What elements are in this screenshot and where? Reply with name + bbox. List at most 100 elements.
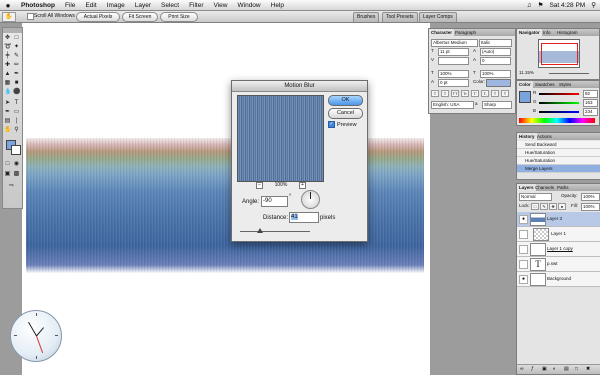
navigator-zoom-slider[interactable]	[549, 73, 589, 74]
baseline-shift-field[interactable]: 0 pt	[438, 79, 469, 87]
brush-tool-icon[interactable]: ✏	[13, 62, 20, 69]
path-selection-icon[interactable]: ➤	[4, 100, 11, 107]
cancel-button[interactable]: Cancel	[328, 108, 363, 119]
hand-tool-preset-icon[interactable]: ✋	[2, 12, 16, 22]
navigator-zoom-value[interactable]: 11.15%	[519, 70, 534, 76]
layer-row[interactable]: ● Background	[517, 272, 600, 287]
tracking-field[interactable]: 0	[480, 57, 511, 65]
horizontal-scale-field[interactable]: 100%	[480, 70, 511, 78]
shape-tool-icon[interactable]: ▭	[13, 109, 20, 116]
underline-button[interactable]: T	[491, 90, 499, 97]
clone-stamp-icon[interactable]: ▲	[4, 71, 11, 78]
opacity-field[interactable]: 100%	[581, 193, 600, 201]
healing-brush-icon[interactable]: ✚	[4, 62, 11, 69]
magic-wand-tool-icon[interactable]: ✦	[13, 44, 20, 51]
volume-icon[interactable]: ♫	[527, 2, 532, 9]
screen-mode-standard-icon[interactable]: ▣	[4, 171, 11, 178]
fill-field[interactable]: 100%	[581, 203, 600, 211]
menu-file[interactable]: File	[60, 2, 80, 9]
angle-dial-hand[interactable]	[310, 192, 311, 199]
menu-select[interactable]: Select	[156, 2, 184, 9]
layer-row[interactable]: ● Layer 3	[517, 212, 600, 227]
marquee-tool-icon[interactable]: □	[13, 35, 20, 42]
lock-all-icon[interactable]: ●	[558, 203, 566, 210]
tab-info[interactable]: Info	[541, 29, 553, 36]
color-panel-fg-swatch[interactable]	[519, 91, 531, 103]
faux-bold-button[interactable]: T	[431, 90, 439, 97]
small-caps-button[interactable]: Tr	[461, 90, 469, 97]
blur-tool-icon[interactable]: 💧	[4, 89, 11, 96]
eye-icon[interactable]	[519, 230, 528, 239]
tab-navigator[interactable]: Navigator	[517, 29, 542, 36]
superscript-button[interactable]: T'	[471, 90, 479, 97]
layer-row[interactable]: T p.swt	[517, 257, 600, 272]
pen-tool-icon[interactable]: ✒	[4, 109, 11, 116]
tab-history[interactable]: History	[517, 133, 537, 140]
distance-slider-thumb[interactable]	[257, 228, 263, 233]
move-tool-icon[interactable]: ✥	[4, 35, 11, 42]
font-style-select[interactable]: Italic	[479, 39, 512, 47]
well-tab-layer-comps[interactable]: Layer Comps	[419, 12, 457, 22]
angle-dial[interactable]	[301, 190, 320, 209]
spotlight-icon[interactable]: ⚲	[591, 1, 596, 9]
tab-color[interactable]: Color	[517, 81, 533, 88]
layer-mask-icon[interactable]: ▣	[542, 366, 547, 372]
navigator-view-box[interactable]	[541, 43, 578, 65]
menu-edit[interactable]: Edit	[80, 2, 101, 9]
font-family-select[interactable]: Albertus Medium	[431, 39, 478, 47]
apple-menu-icon[interactable]: ●	[0, 1, 16, 10]
blue-slider[interactable]	[539, 111, 579, 113]
flag-icon[interactable]: ⚑	[538, 1, 544, 9]
new-group-icon[interactable]: ▤	[564, 366, 569, 372]
well-tab-brushes[interactable]: Brushes	[353, 12, 380, 22]
history-item[interactable]: Send Backward	[517, 141, 600, 149]
eraser-tool-icon[interactable]: ▦	[4, 80, 11, 87]
well-tab-tool-presets[interactable]: Tool Presets	[382, 12, 418, 22]
menu-image[interactable]: Image	[102, 2, 130, 9]
screen-mode-full-icon[interactable]: ▩	[13, 171, 20, 178]
zoom-tool-icon[interactable]: ⚲	[13, 127, 20, 134]
print-size-button[interactable]: Print Size	[160, 12, 198, 22]
layer-name[interactable]: p.swt	[547, 261, 558, 266]
lasso-tool-icon[interactable]: ➰	[4, 44, 11, 51]
link-layers-icon[interactable]: ∞	[520, 366, 524, 372]
tab-swatches[interactable]: Swatches	[533, 81, 557, 88]
strikethrough-button[interactable]: T	[501, 90, 509, 97]
zoom-in-button[interactable]: +	[298, 182, 306, 189]
text-color-swatch[interactable]	[486, 79, 511, 87]
layer-row[interactable]: Layer 1	[517, 227, 600, 242]
anti-alias-select[interactable]: Sharp	[482, 101, 512, 109]
blend-mode-select[interactable]: Normal	[519, 193, 552, 201]
language-select[interactable]: English: USA	[431, 101, 474, 109]
menu-app[interactable]: Photoshop	[16, 2, 60, 9]
history-item-current[interactable]: Merge Layers	[517, 165, 600, 173]
layer-name[interactable]: Layer 1 copy	[547, 246, 573, 251]
color-ramp[interactable]	[519, 118, 595, 123]
quick-mask-icon[interactable]: ◉	[13, 161, 20, 168]
font-size-field[interactable]: 11 pt	[438, 48, 469, 56]
new-layer-icon[interactable]: □	[575, 366, 578, 372]
tab-styles[interactable]: Styles	[557, 81, 573, 88]
type-tool-icon[interactable]: T	[13, 100, 20, 107]
red-slider[interactable]	[539, 93, 579, 95]
tab-paths[interactable]: Paths	[555, 184, 571, 191]
notes-tool-icon[interactable]: ▤	[4, 118, 11, 125]
ok-button[interactable]: OK	[328, 95, 363, 106]
menubar-clock[interactable]: Sat 4:28 PM	[549, 2, 585, 9]
kerning-field[interactable]	[438, 57, 469, 65]
layer-name[interactable]: Layer 1	[551, 231, 566, 236]
eye-icon[interactable]: ●	[519, 275, 528, 284]
lock-position-icon[interactable]: ✥	[549, 203, 557, 210]
eye-icon[interactable]: ●	[519, 215, 528, 224]
subscript-button[interactable]: T,	[481, 90, 489, 97]
layer-name[interactable]: Background	[547, 276, 571, 281]
layer-name[interactable]: Layer 3	[547, 216, 562, 221]
history-item[interactable]: Hue/Saturation	[517, 149, 600, 157]
standard-mode-icon[interactable]: □	[4, 161, 11, 168]
hand-tool-icon[interactable]: ✋	[4, 127, 11, 134]
lock-pixels-icon[interactable]: ✎	[540, 203, 548, 210]
preview-option[interactable]: ✓ Preview	[328, 121, 357, 128]
eyedropper-tool-icon[interactable]: ❲	[13, 118, 20, 125]
adjustment-layer-icon[interactable]: ◐	[553, 366, 556, 372]
leading-field[interactable]: (Auto)	[480, 48, 511, 56]
